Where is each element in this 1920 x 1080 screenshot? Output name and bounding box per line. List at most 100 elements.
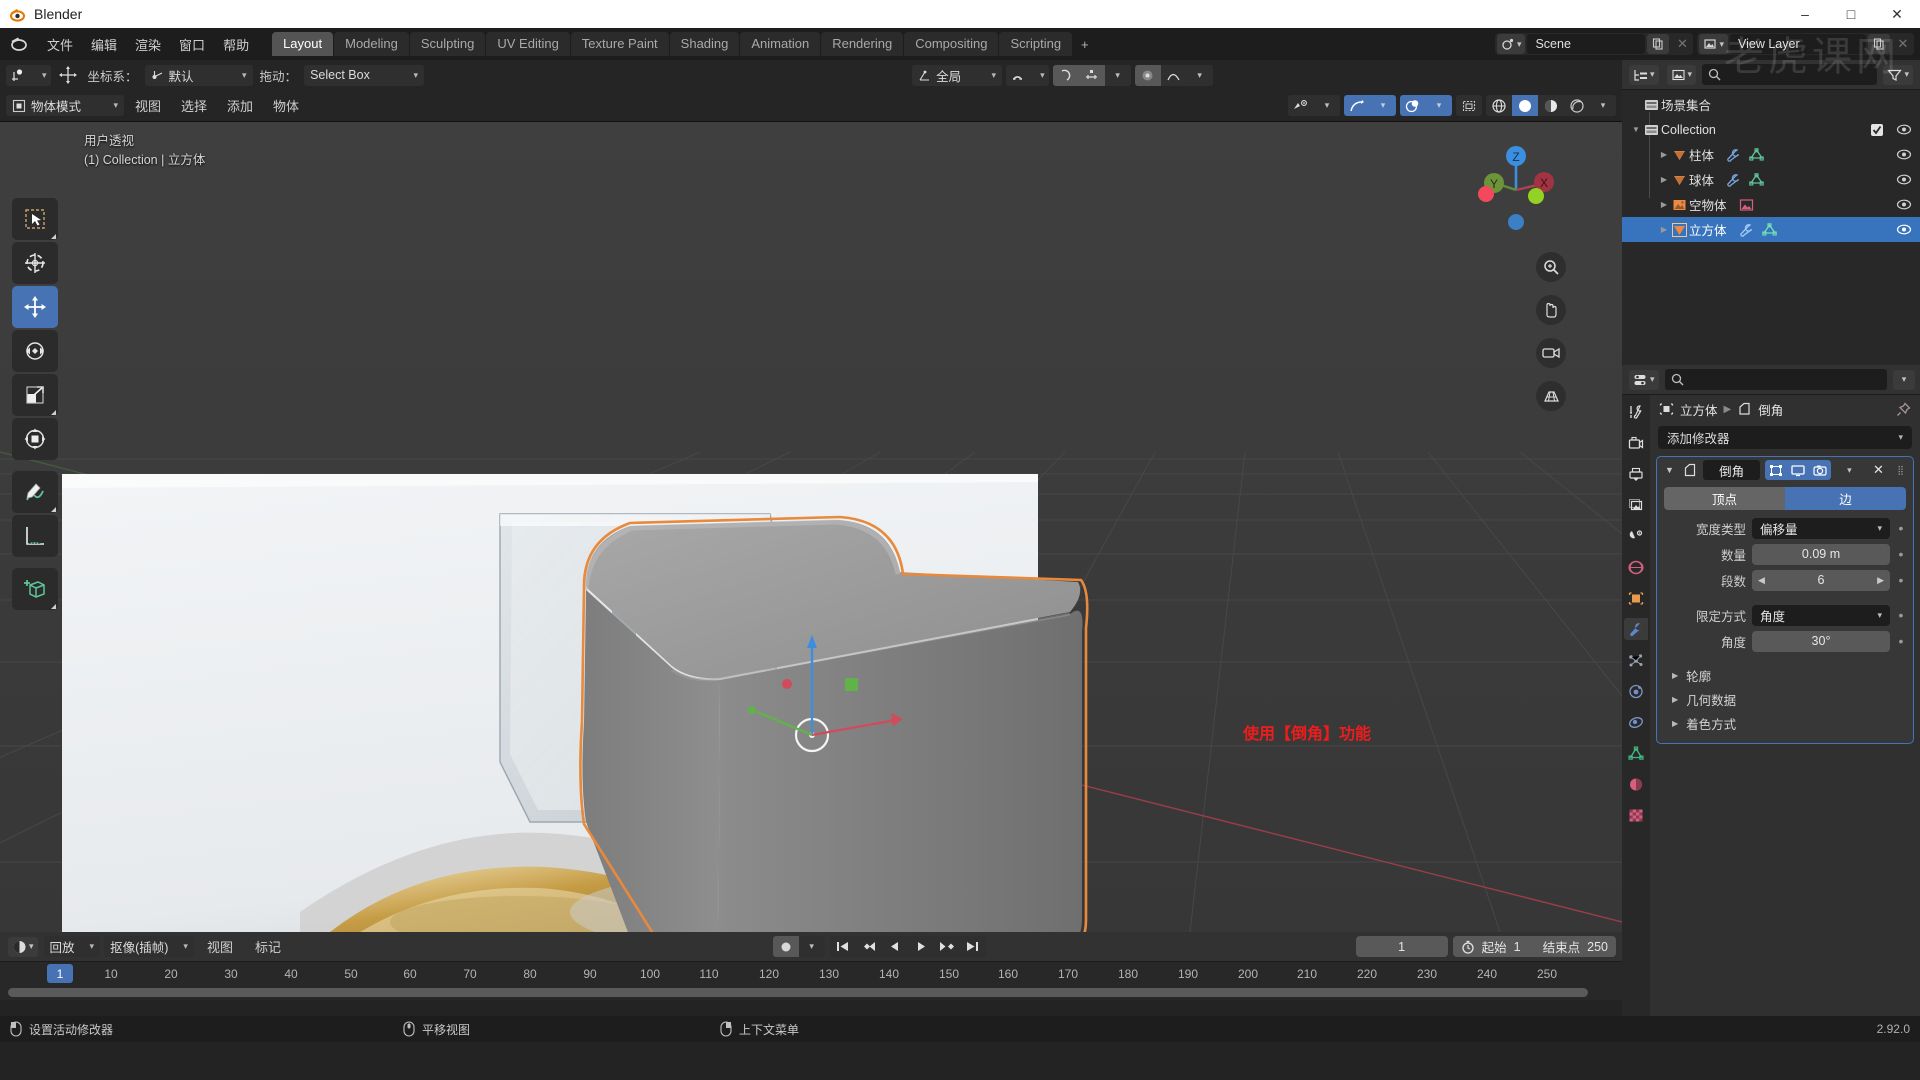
rendered-shading-icon[interactable] xyxy=(1564,95,1590,116)
animate-property-dot[interactable]: • xyxy=(1896,608,1906,622)
particles-tab-icon[interactable] xyxy=(1624,649,1648,671)
scene-tab-icon[interactable] xyxy=(1624,525,1648,547)
toggle-xray-icon[interactable] xyxy=(1456,95,1482,116)
menu-window[interactable]: 窗口 xyxy=(170,32,214,57)
breadcrumb-modifier-label[interactable]: 倒角 xyxy=(1758,400,1783,419)
jump-to-end-button[interactable] xyxy=(960,936,986,957)
show-gizmo-icon[interactable] xyxy=(1344,95,1370,116)
hide-in-viewport-icon[interactable] xyxy=(1896,198,1912,211)
annotate-tool-button[interactable] xyxy=(12,471,58,513)
hide-in-viewport-icon[interactable] xyxy=(1896,148,1912,161)
remove-view-layer-button[interactable]: ✕ xyxy=(1892,34,1914,54)
gizmo-chevron-icon[interactable]: ▾ xyxy=(1370,95,1396,116)
menu-help[interactable]: 帮助 xyxy=(214,32,258,57)
modifier-wrench-icon[interactable] xyxy=(1726,148,1741,162)
viewport-menu-select[interactable]: 选择 xyxy=(172,93,216,118)
navigation-gizmo[interactable]: Z Y X xyxy=(1470,142,1562,234)
tool-tab-icon[interactable] xyxy=(1624,401,1648,423)
world-tab-icon[interactable] xyxy=(1624,556,1648,578)
timeline-editor-type-icon[interactable]: ▾ xyxy=(8,936,38,957)
view-layer-selector[interactable]: ▾ View Layer ✕ xyxy=(1697,33,1914,55)
timeline-ruler[interactable]: 1 10 20 30 40 50 60 70 80 90 100 110 120… xyxy=(0,962,1622,988)
start-frame-value[interactable]: 1 xyxy=(1514,940,1521,954)
show-overlays-icon[interactable] xyxy=(1400,95,1426,116)
viewport-3d[interactable]: ▾ 坐标系： 默认 ▾ 拖动： Select Box ▾ 全局 ▾ ▾ ▾ ▾ … xyxy=(0,60,1622,932)
view-layer-name-field[interactable]: View Layer xyxy=(1730,34,1866,54)
auto-keying-icon[interactable] xyxy=(772,936,799,957)
expand-triangle-icon[interactable]: ▶ xyxy=(1656,175,1672,184)
measure-tool-button[interactable] xyxy=(12,515,58,557)
remove-modifier-button[interactable]: ✕ xyxy=(1867,460,1889,480)
modifier-extras-chevron-icon[interactable]: ▾ xyxy=(1838,460,1860,480)
properties-options-chevron-icon[interactable]: ▾ xyxy=(1893,369,1915,390)
properties-search-input[interactable] xyxy=(1664,369,1887,390)
auto-keying-chevron-icon[interactable]: ▾ xyxy=(798,936,825,957)
exclude-checkbox[interactable] xyxy=(1870,123,1884,137)
hide-in-viewport-icon[interactable] xyxy=(1896,123,1912,136)
animate-property-dot[interactable]: • xyxy=(1896,521,1906,535)
scene-name-field[interactable]: Scene xyxy=(1527,34,1646,54)
move-tool-button[interactable] xyxy=(12,286,58,328)
outliner-row-scene-collection[interactable]: 场景集合 xyxy=(1622,92,1920,117)
object-tab-icon[interactable] xyxy=(1624,587,1648,609)
expand-triangle-icon[interactable]: ▼ xyxy=(1628,125,1644,134)
timeline-menu-marker[interactable]: 标记 xyxy=(246,934,290,959)
segments-stepper[interactable]: ◀ 6 ▶ xyxy=(1752,569,1890,591)
tab-sculpting[interactable]: Sculpting xyxy=(409,32,486,56)
expand-triangle-icon[interactable]: ▶ xyxy=(1656,225,1672,234)
breadcrumb-object-label[interactable]: 立方体 xyxy=(1680,400,1718,419)
toggle-orthographic-icon[interactable] xyxy=(1536,381,1566,411)
next-keyframe-button[interactable] xyxy=(934,936,960,957)
viewport-menu-view[interactable]: 视图 xyxy=(126,93,170,118)
previous-keyframe-button[interactable] xyxy=(856,936,882,957)
properties-editor[interactable]: ▾ ▾ 立方体 ▶ 倒角 添加修改器 ▾ ▼ 倒角 ▾ ✕ ⣿ 顶点 边 宽度类… xyxy=(1622,365,1920,1032)
data-tab-icon[interactable] xyxy=(1624,742,1648,764)
cursor-tool-button[interactable] xyxy=(12,242,58,284)
timeline-scrollbar[interactable] xyxy=(8,988,1588,997)
tab-shading[interactable]: Shading xyxy=(669,32,740,56)
outliner-editor[interactable]: ▾ ▾ ▾ 场景集合 ▼ Collection ▶ 柱体 ▶ 球体 ▶ 空物体 … xyxy=(1622,60,1920,365)
add-cube-tool-button[interactable] xyxy=(12,568,58,610)
rotate-tool-button[interactable] xyxy=(12,330,58,372)
timeline-editor[interactable]: ▾ 回放 ▾ 抠像(插帧) ▾ 视图 标记 ▾ 1 起始 1 结束点 250 1… xyxy=(0,932,1622,1000)
menu-render[interactable]: 渲染 xyxy=(126,32,170,57)
outliner-row-empty[interactable]: ▶ 空物体 xyxy=(1622,192,1920,217)
snap-chevron-icon[interactable]: ▾ xyxy=(1104,64,1131,86)
zoom-view-icon[interactable] xyxy=(1536,252,1566,282)
outliner-row-collection[interactable]: ▼ Collection xyxy=(1622,117,1920,142)
wireframe-shading-icon[interactable] xyxy=(1486,95,1512,116)
camera-view-icon[interactable] xyxy=(1536,338,1566,368)
active-tool-icon[interactable]: ▾ xyxy=(6,64,51,86)
add-workspace-button[interactable]: + xyxy=(1073,33,1097,56)
image-data-icon[interactable] xyxy=(1739,198,1754,212)
shading-subpanel[interactable]: ▶ 着色方式 xyxy=(1664,711,1906,735)
affect-edges-button[interactable]: 边 xyxy=(1785,487,1906,510)
mesh-data-icon[interactable] xyxy=(1749,147,1764,162)
limit-method-dropdown[interactable]: 角度 ▾ xyxy=(1752,604,1890,626)
drag-action-dropdown[interactable]: Select Box ▾ xyxy=(304,64,425,86)
outliner-search-input[interactable] xyxy=(1702,64,1878,85)
falloff-chevron-icon[interactable]: ▾ xyxy=(1186,64,1213,86)
blender-menu-logo-icon[interactable] xyxy=(8,34,30,54)
view-layer-browse-icon[interactable]: ▾ xyxy=(1699,34,1728,54)
playhead[interactable]: 1 xyxy=(47,964,73,983)
width-type-dropdown[interactable]: 偏移量 ▾ xyxy=(1752,517,1890,539)
solid-shading-icon[interactable] xyxy=(1512,95,1538,116)
new-scene-button[interactable] xyxy=(1647,34,1670,54)
show-in-render-icon[interactable] xyxy=(1809,460,1832,480)
properties-editor-type-icon[interactable]: ▾ xyxy=(1629,369,1659,390)
move-view-icon[interactable] xyxy=(1536,295,1566,325)
angle-value-field[interactable]: 30° xyxy=(1752,630,1890,652)
play-button[interactable] xyxy=(908,936,934,957)
scale-tool-button[interactable] xyxy=(12,374,58,416)
tab-scripting[interactable]: Scripting xyxy=(999,32,1073,56)
tab-animation[interactable]: Animation xyxy=(740,32,821,56)
modifier-wrench-icon[interactable] xyxy=(1726,173,1741,187)
keying-menu[interactable]: 抠像(插帧) ▾ xyxy=(104,936,194,957)
hide-in-viewport-icon[interactable] xyxy=(1896,173,1912,186)
tab-layout[interactable]: Layout xyxy=(272,32,334,56)
playback-menu[interactable]: 回放 ▾ xyxy=(43,936,101,957)
show-in-viewport-icon[interactable] xyxy=(1787,460,1810,480)
new-view-layer-button[interactable] xyxy=(1868,34,1890,54)
material-preview-shading-icon[interactable] xyxy=(1538,95,1564,116)
